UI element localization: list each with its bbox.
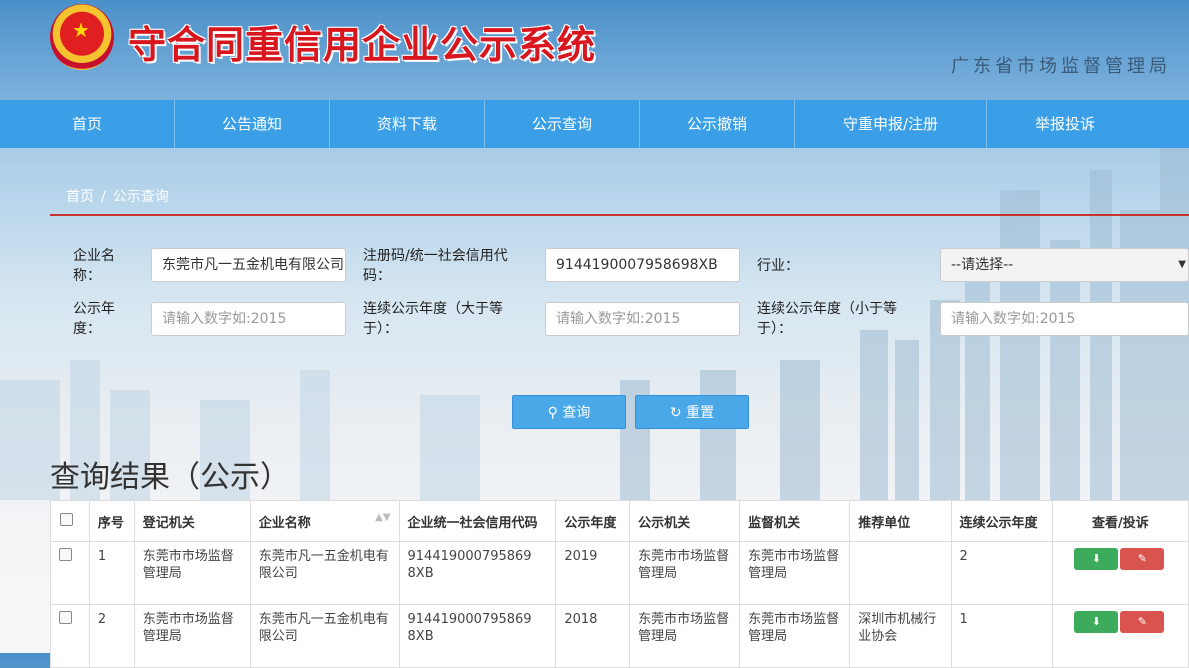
nav-apply-register[interactable]: 守重申报/注册 bbox=[795, 100, 987, 148]
results-table: 序号 登记机关 企业名称 ▲▼ 企业统一社会信用代码 公示年度 公示机关 监督机关… bbox=[50, 500, 1189, 668]
cell-actions: ⬇ ✎ bbox=[1051, 604, 1189, 668]
cell-year: 2018 bbox=[555, 604, 631, 668]
complaint-button[interactable]: ✎ bbox=[1120, 548, 1165, 570]
years-gte-input[interactable]: 请输入数字如:2015 bbox=[545, 302, 740, 336]
breadcrumb-current: 公示查询 bbox=[112, 189, 169, 205]
cell-reg-authority: 东莞市市场监督管理局 bbox=[133, 604, 251, 668]
cell-no: 1 bbox=[88, 541, 135, 605]
cell-recommender bbox=[849, 541, 952, 605]
col-credit-code: 企业统一社会信用代码 bbox=[398, 500, 557, 542]
cell-continuous-years: 2 bbox=[950, 541, 1053, 605]
nav-revocation[interactable]: 公示撤销 bbox=[640, 100, 795, 148]
years-gte-label: 连续公示年度（大于等 于）： bbox=[363, 301, 503, 337]
chevron-down-icon: ▼ bbox=[1178, 259, 1186, 270]
cell-continuous-years: 1 bbox=[950, 604, 1053, 668]
industry-select[interactable]: --请选择-- ▼ bbox=[940, 248, 1189, 282]
cell-credit-code: 914419000795869​8XB bbox=[398, 604, 557, 668]
select-all-checkbox-cell bbox=[50, 500, 90, 542]
year-input[interactable]: 请输入数字如:2015 bbox=[151, 302, 346, 336]
cell-pub-authority: 东莞市市场监督管理局 bbox=[629, 541, 741, 605]
col-actions: 查看/投诉 bbox=[1051, 500, 1189, 542]
year-label: 公示年 度： bbox=[73, 301, 115, 337]
table-row: 1 东莞市市场监督管理局 东莞市凡一五金机电有限公司 9144190007958… bbox=[50, 541, 1189, 605]
credit-code-label: 注册码/统一社会信用代 码： bbox=[363, 248, 508, 284]
sort-icon[interactable]: ▲▼ bbox=[375, 512, 390, 523]
cell-year: 2019 bbox=[555, 541, 631, 605]
cell-reg-authority: 东莞市市场监督管理局 bbox=[133, 541, 251, 605]
nav-downloads[interactable]: 资料下载 bbox=[330, 100, 485, 148]
credit-code-input[interactable]: 914419000795869​8XB bbox=[545, 248, 740, 282]
cell-credit-code: 914419000795869​8XB bbox=[398, 541, 557, 605]
search-icon: ⚲ bbox=[547, 405, 558, 421]
cell-sup-authority: 东莞市市场监督管理局 bbox=[739, 604, 851, 668]
col-continuous-years: 连续公示年度 bbox=[950, 500, 1053, 542]
cell-no: 2 bbox=[88, 604, 135, 668]
col-year: 公示年度 bbox=[555, 500, 631, 542]
main-nav: 首页 公告通知 资料下载 公示查询 公示撤销 守重申报/注册 举报投诉 bbox=[0, 100, 1189, 148]
search-button[interactable]: ⚲ 查询 bbox=[512, 395, 626, 429]
years-lte-input[interactable]: 请输入数字如:2015 bbox=[940, 302, 1189, 336]
view-button[interactable]: ⬇ bbox=[1074, 548, 1119, 570]
edit-icon: ✎ bbox=[1137, 552, 1147, 565]
table-row: 2 东莞市市场监督管理局 东莞市凡一五金机电有限公司 9144190007958… bbox=[50, 604, 1189, 668]
download-icon: ⬇ bbox=[1091, 615, 1101, 628]
reset-button[interactable]: ↻ 重置 bbox=[635, 395, 749, 429]
national-emblem-icon: ★ bbox=[50, 4, 114, 70]
row-checkbox[interactable] bbox=[59, 611, 72, 624]
nav-public-query[interactable]: 公示查询 bbox=[485, 100, 640, 148]
breadcrumb-separator: / bbox=[101, 189, 106, 205]
row-checkbox-cell bbox=[50, 541, 90, 605]
results-title: 查询结果（公示） bbox=[50, 460, 290, 495]
row-checkbox[interactable] bbox=[59, 548, 72, 561]
agency-name: 广东省市场监督管理局 bbox=[951, 56, 1171, 77]
col-sup-authority: 监督机关 bbox=[739, 500, 851, 542]
company-name-input[interactable]: 东莞市凡一五金机电有限公司 bbox=[151, 248, 346, 282]
cell-company-name: 东莞市凡一五金机电有限公司 bbox=[249, 604, 400, 668]
cell-sup-authority: 东莞市市场监督管理局 bbox=[739, 541, 851, 605]
breadcrumb: 首页 / 公示查询 bbox=[66, 186, 169, 206]
select-all-checkbox[interactable] bbox=[60, 512, 73, 526]
site-title: 守合同重信用企业公示系统 bbox=[128, 22, 597, 67]
nav-announcements[interactable]: 公告通知 bbox=[175, 100, 330, 148]
download-icon: ⬇ bbox=[1091, 552, 1101, 565]
refresh-icon: ↻ bbox=[669, 405, 682, 421]
years-lte-label: 连续公示年度（小于等 于）： bbox=[757, 301, 897, 337]
cell-actions: ⬇ ✎ bbox=[1051, 541, 1189, 605]
company-name-label: 企业名 称： bbox=[73, 248, 115, 284]
col-company-name[interactable]: 企业名称 ▲▼ bbox=[249, 500, 400, 542]
col-reg-authority: 登记机关 bbox=[133, 500, 251, 542]
row-checkbox-cell bbox=[50, 604, 90, 668]
cell-pub-authority: 东莞市市场监督管理局 bbox=[629, 604, 741, 668]
nav-report-complaint[interactable]: 举报投诉 bbox=[987, 100, 1143, 148]
edit-icon: ✎ bbox=[1137, 615, 1147, 628]
col-pub-authority: 公示机关 bbox=[629, 500, 741, 542]
cell-recommender: 深圳市机械行业协会 bbox=[849, 604, 952, 668]
divider bbox=[50, 214, 1189, 216]
cell-company-name: 东莞市凡一五金机电有限公司 bbox=[249, 541, 400, 605]
industry-select-value: --请选择-- bbox=[951, 257, 1014, 273]
view-button[interactable]: ⬇ bbox=[1074, 611, 1119, 633]
breadcrumb-home[interactable]: 首页 bbox=[66, 189, 94, 205]
table-header-row: 序号 登记机关 企业名称 ▲▼ 企业统一社会信用代码 公示年度 公示机关 监督机关… bbox=[50, 500, 1189, 542]
complaint-button[interactable]: ✎ bbox=[1120, 611, 1165, 633]
col-recommender: 推荐单位 bbox=[849, 500, 952, 542]
industry-label: 行业： bbox=[757, 258, 799, 274]
site-header: ★ 守合同重信用企业公示系统 广东省市场监督管理局 bbox=[0, 0, 1189, 100]
col-no: 序号 bbox=[88, 500, 135, 542]
nav-home[interactable]: 首页 bbox=[0, 100, 175, 148]
